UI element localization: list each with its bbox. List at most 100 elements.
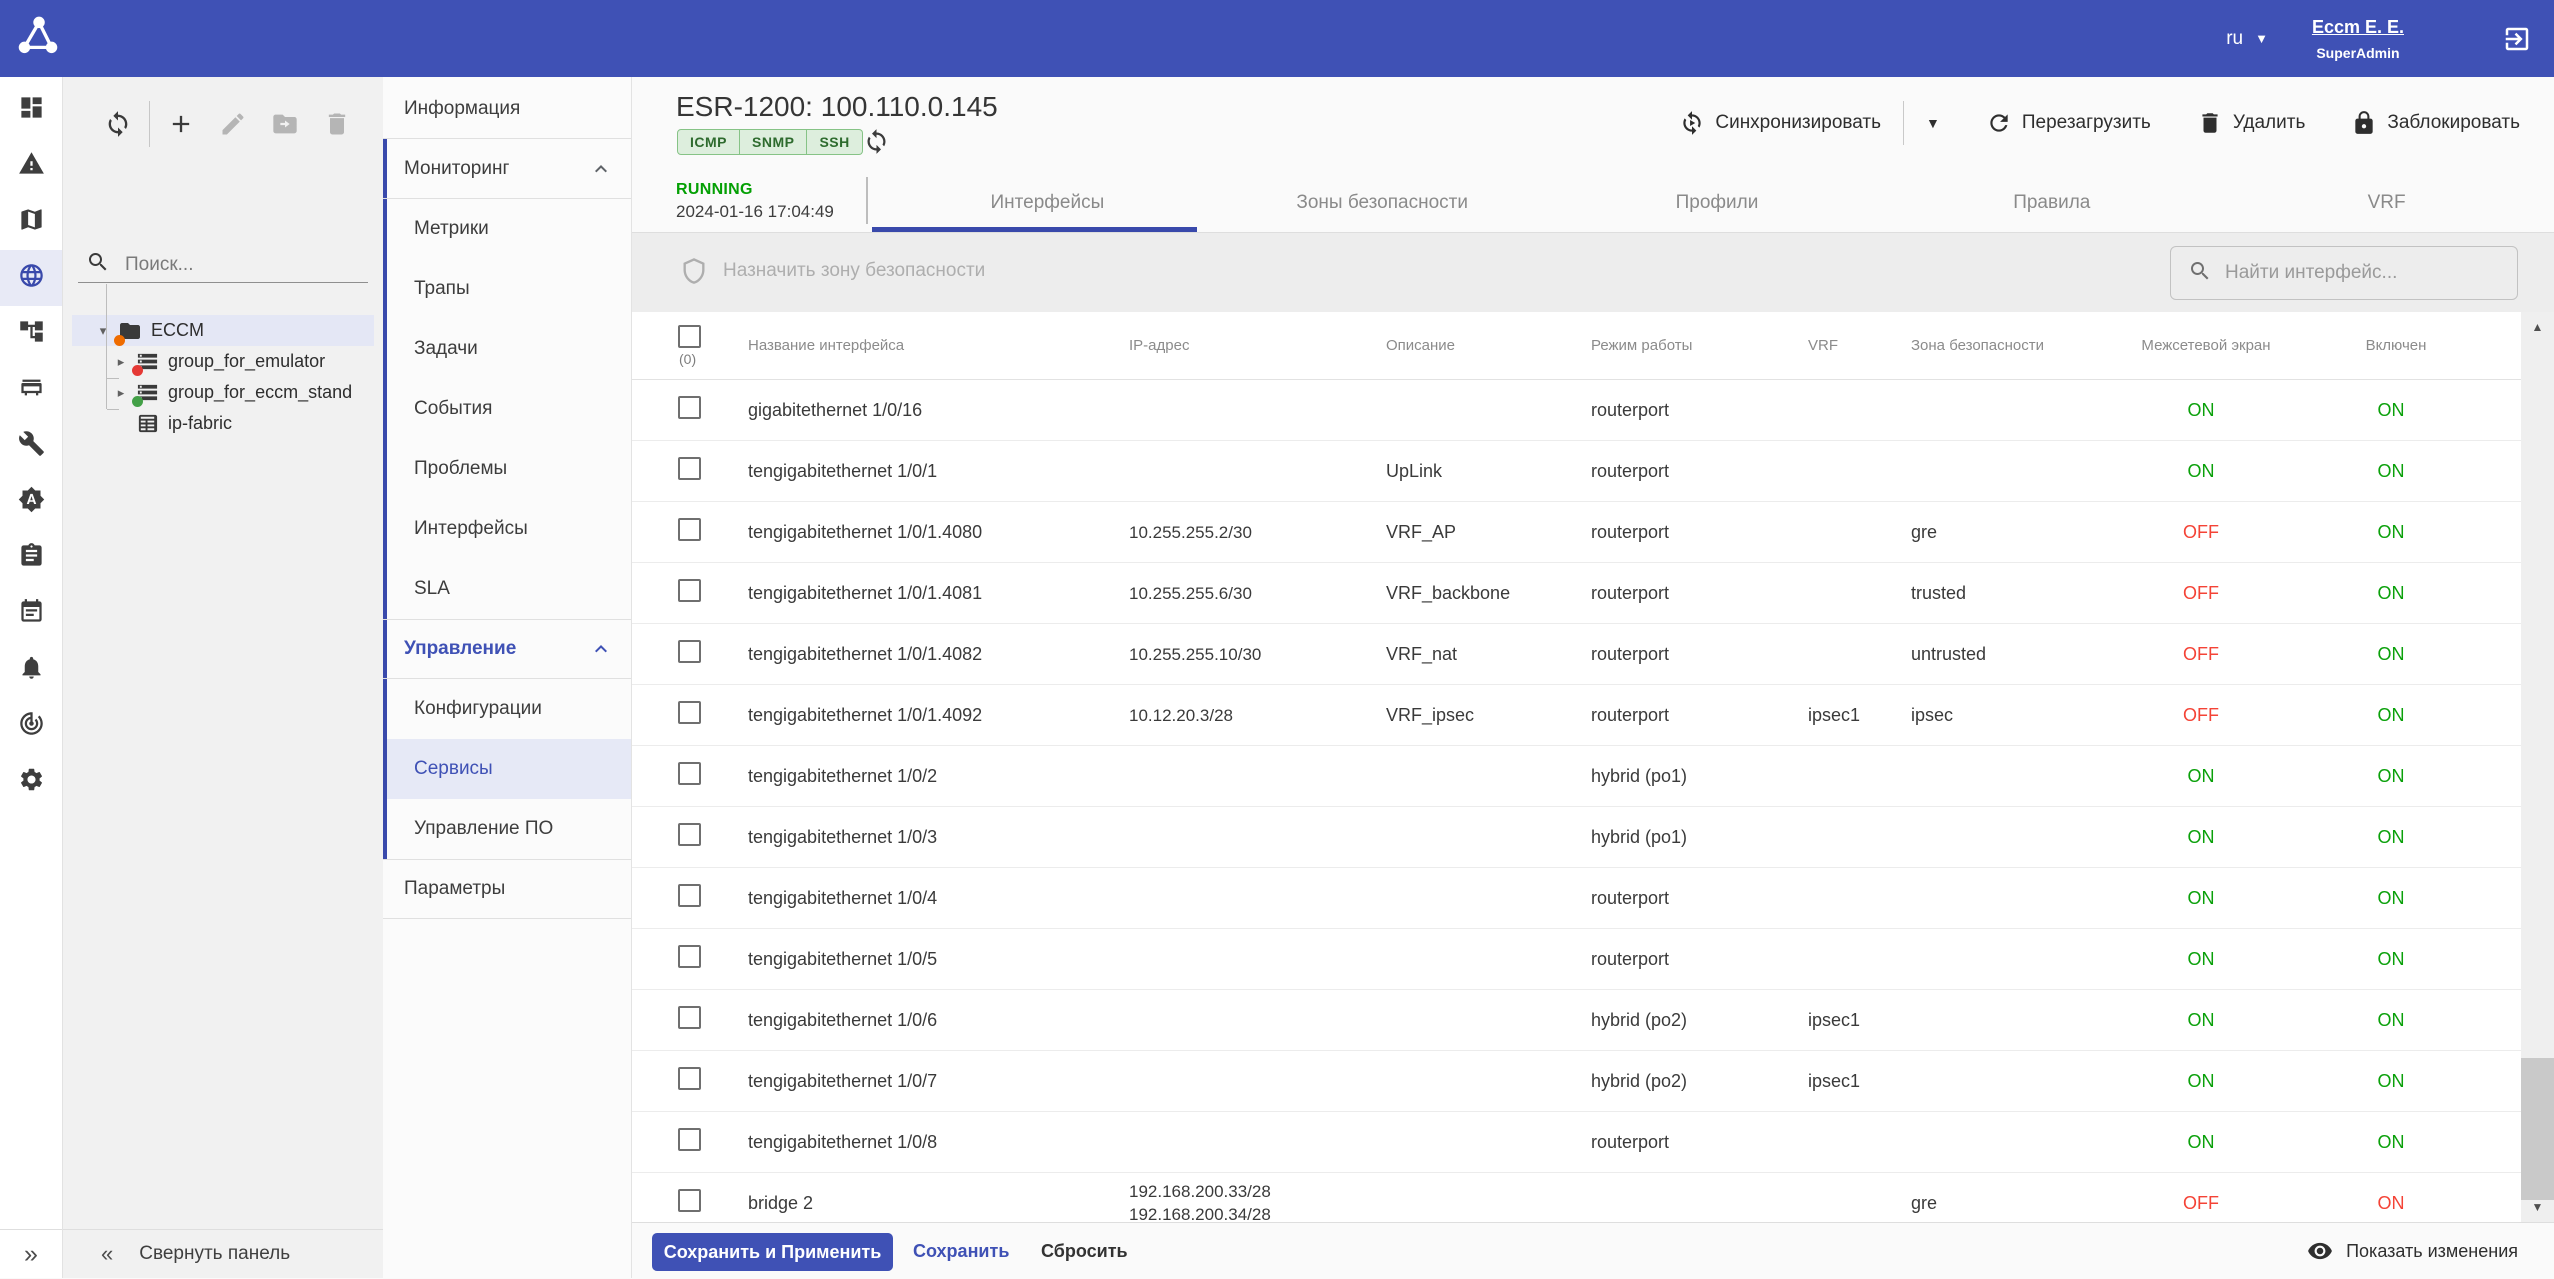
rail-item-dashboard[interactable] xyxy=(0,82,62,138)
collapse-panel-button[interactable]: « Свернуть панель xyxy=(63,1229,383,1278)
menu-item-parameters[interactable]: Параметры xyxy=(383,859,631,919)
col-interface-name[interactable]: Название интерфейса xyxy=(748,337,1129,354)
rail-item-settings[interactable] xyxy=(0,754,62,810)
shield-icon xyxy=(680,257,708,285)
language-selector[interactable]: ru ▼ xyxy=(2226,0,2268,77)
row-checkbox[interactable] xyxy=(678,762,701,785)
rail-item-devices[interactable] xyxy=(0,362,62,418)
delete-node-icon[interactable] xyxy=(323,110,351,138)
save-apply-button[interactable]: Сохранить и Применить xyxy=(652,1233,893,1271)
rail-item-auto-badge[interactable] xyxy=(0,474,62,530)
col-firewall[interactable]: Межсетевой экран xyxy=(2076,336,2336,355)
row-checkbox[interactable] xyxy=(678,701,701,724)
row-checkbox[interactable] xyxy=(678,1006,701,1029)
save-button[interactable]: Сохранить xyxy=(913,1223,1009,1279)
menu-item-problems[interactable]: Проблемы xyxy=(383,439,631,499)
menu-item-events[interactable]: События xyxy=(383,379,631,439)
notifications-icon xyxy=(18,654,45,686)
tab-bar: ИнтерфейсыЗоны безопасностиПрофилиПравил… xyxy=(880,173,2554,232)
user-menu[interactable]: Eccm E. E. SuperAdmin xyxy=(2312,0,2404,77)
tab-1[interactable]: Интерфейсы xyxy=(880,173,1215,232)
menu-item-services[interactable]: Сервисы xyxy=(383,739,631,799)
col-zone[interactable]: Зона безопасности xyxy=(1911,337,2076,354)
sync-dropdown-button[interactable]: ▼ xyxy=(1926,115,1940,131)
group-icon xyxy=(136,381,159,404)
menu-item-information[interactable]: Информация xyxy=(383,79,631,139)
menu-item-tasks[interactable]: Задачи xyxy=(383,319,631,379)
reboot-button[interactable]: Перезагрузить xyxy=(1986,110,2151,136)
scrollbar-thumb[interactable] xyxy=(2521,1058,2554,1200)
tree-node-eccm[interactable]: ▾ ECCM xyxy=(72,315,374,346)
row-checkbox[interactable] xyxy=(678,396,701,419)
rail-item-tasks[interactable] xyxy=(0,530,62,586)
col-ip[interactable]: IP-адрес xyxy=(1129,337,1386,354)
row-checkbox[interactable] xyxy=(678,945,701,968)
chevron-down-icon[interactable]: ▾ xyxy=(95,323,111,339)
rail-item-monitoring-target[interactable] xyxy=(0,698,62,754)
menu-item-interfaces[interactable]: Интерфейсы xyxy=(383,499,631,559)
chevron-right-icon[interactable]: ▸ xyxy=(113,354,129,370)
row-checkbox[interactable] xyxy=(678,1189,701,1212)
col-enabled[interactable]: Включен xyxy=(2336,337,2456,354)
tab-5[interactable]: VRF xyxy=(2219,173,2554,232)
row-checkbox[interactable] xyxy=(678,1128,701,1151)
chevron-right-icon[interactable]: ▸ xyxy=(113,385,129,401)
col-description[interactable]: Описание xyxy=(1386,337,1591,354)
status-timestamp: 2024-01-16 17:04:49 xyxy=(676,202,834,222)
move-to-folder-icon[interactable] xyxy=(271,110,299,138)
row-checkbox[interactable] xyxy=(678,457,701,480)
menu-item-sla[interactable]: SLA xyxy=(383,559,631,619)
rail-item-notifications[interactable] xyxy=(0,642,62,698)
rail-item-topology[interactable] xyxy=(0,306,62,362)
edit-node-icon[interactable] xyxy=(219,110,247,138)
interface-search-input[interactable] xyxy=(2225,262,2500,284)
menu-item-software[interactable]: Управление ПО xyxy=(383,799,631,859)
tab-2[interactable]: Зоны безопасности xyxy=(1215,173,1550,232)
menu-item-management[interactable]: Управление xyxy=(383,619,631,679)
logout-icon[interactable] xyxy=(2502,24,2532,59)
tree-node-group-for-eccm-stand[interactable]: ▸ group_for_eccm_stand xyxy=(63,377,383,408)
menu-item-metrics[interactable]: Метрики xyxy=(383,199,631,259)
add-node-icon[interactable] xyxy=(167,110,195,138)
tab-3[interactable]: Профили xyxy=(1550,173,1885,232)
rail-item-calendar[interactable] xyxy=(0,586,62,642)
scroll-down-arrow[interactable]: ▼ xyxy=(2521,1200,2554,1214)
rail-item-map[interactable] xyxy=(0,194,62,250)
assign-zone-button[interactable]: Назначить зону безопасности xyxy=(680,257,985,285)
lock-button[interactable]: Заблокировать xyxy=(2351,110,2520,136)
row-checkbox[interactable] xyxy=(678,823,701,846)
col-mode[interactable]: Режим работы xyxy=(1591,337,1808,354)
row-checkbox[interactable] xyxy=(678,640,701,663)
tab-4[interactable]: Правила xyxy=(1884,173,2219,232)
lock-label: Заблокировать xyxy=(2387,112,2520,134)
tree-node-group-for-emulator[interactable]: ▸ group_for_emulator xyxy=(63,346,383,377)
user-name-link[interactable]: Eccm E. E. xyxy=(2312,17,2404,38)
expand-rail-button[interactable]: » xyxy=(0,1229,62,1278)
delete-button[interactable]: Удалить xyxy=(2197,110,2306,136)
row-checkbox[interactable] xyxy=(678,579,701,602)
menu-item-traps[interactable]: Трапы xyxy=(383,259,631,319)
row-checkbox[interactable] xyxy=(678,518,701,541)
reset-button[interactable]: Сбросить xyxy=(1041,1223,1128,1279)
refresh-tree-icon[interactable] xyxy=(104,110,132,138)
rail-item-globe[interactable] xyxy=(0,250,62,306)
rail-item-tools[interactable] xyxy=(0,418,62,474)
refresh-device-icon[interactable] xyxy=(863,128,890,160)
auto-badge-icon xyxy=(18,486,45,518)
settings-icon xyxy=(18,766,45,798)
row-checkbox[interactable] xyxy=(678,884,701,907)
show-changes-label: Показать изменения xyxy=(2346,1241,2518,1262)
show-changes-button[interactable]: Показать изменения xyxy=(2307,1223,2518,1279)
menu-item-configurations[interactable]: Конфигурации xyxy=(383,679,631,739)
tree-node-ip-fabric[interactable]: ip-fabric xyxy=(63,408,383,439)
cell-interface-name: tengigabitethernet 1/0/1.4081 xyxy=(748,583,1129,604)
scroll-up-arrow[interactable]: ▲ xyxy=(2521,320,2554,334)
row-checkbox[interactable] xyxy=(678,1067,701,1090)
col-vrf[interactable]: VRF xyxy=(1808,337,1911,354)
cell-mode: hybrid (po2) xyxy=(1591,1010,1808,1031)
table-row: tengigabitethernet 1/0/1.408210.255.255.… xyxy=(632,624,2521,685)
synchronize-button[interactable]: Синхронизировать xyxy=(1679,110,1881,136)
select-all-checkbox[interactable] xyxy=(678,325,701,348)
menu-item-monitoring[interactable]: Мониторинг xyxy=(383,139,631,199)
rail-item-alerts[interactable] xyxy=(0,138,62,194)
